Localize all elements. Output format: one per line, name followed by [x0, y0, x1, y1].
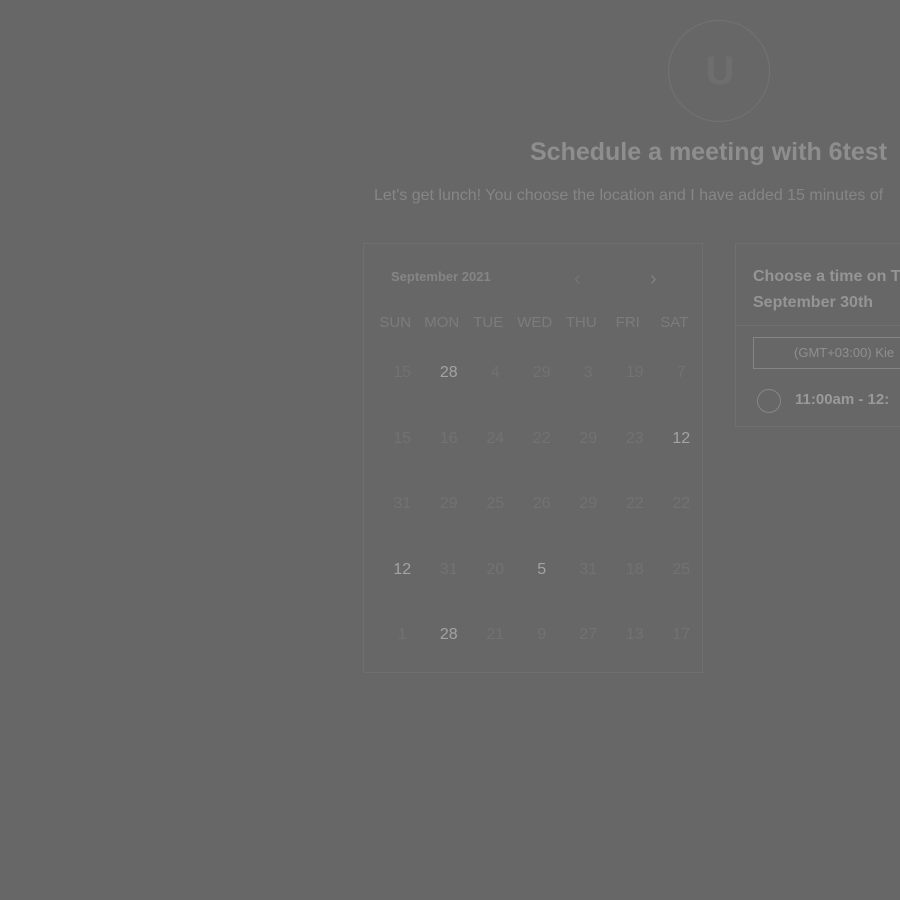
- weekday-sun: SUN: [379, 314, 412, 331]
- calendar-day[interactable]: 20: [472, 544, 519, 610]
- calendar-day[interactable]: 24: [472, 413, 519, 479]
- weekday-tue: TUE: [473, 314, 504, 331]
- calendar-day[interactable]: 5: [519, 544, 566, 610]
- calendar-day[interactable]: 25: [472, 478, 519, 544]
- calendar-day[interactable]: 12: [658, 413, 705, 479]
- calendar-day[interactable]: 22: [612, 478, 659, 544]
- weekday-sat: SAT: [660, 314, 689, 331]
- calendar-day[interactable]: 27: [565, 609, 612, 675]
- calendar-day[interactable]: 28: [426, 609, 473, 675]
- calendar-day[interactable]: 21: [472, 609, 519, 675]
- calendar-day[interactable]: 22: [658, 478, 705, 544]
- page-description: Let's get lunch! You choose the location…: [374, 187, 884, 204]
- weekday-fri: FRI: [615, 314, 640, 331]
- calendar-day[interactable]: 22: [519, 413, 566, 479]
- chevron-right-icon[interactable]: ›: [650, 268, 657, 291]
- calendar-day[interactable]: 13: [612, 609, 659, 675]
- chevron-left-icon[interactable]: ‹: [574, 268, 581, 291]
- calendar-day[interactable]: 29: [519, 347, 566, 413]
- scheduling-page: U Schedule a meeting with 6test Let's ge…: [0, 0, 900, 900]
- time-slot-radio[interactable]: [757, 389, 781, 413]
- calendar-day[interactable]: 7: [658, 347, 705, 413]
- time-slots-heading-line1: Choose a time on T: [753, 268, 900, 285]
- calendar-day[interactable]: 9: [519, 609, 566, 675]
- weekday-thu: THU: [565, 314, 597, 331]
- calendar-day[interactable]: 17: [658, 609, 705, 675]
- calendar-day[interactable]: 4: [472, 347, 519, 413]
- calendar-panel: September 2021 ‹ › SUN MON TUE WED THU F…: [363, 243, 703, 673]
- time-slots-heading-date: September 30th: [753, 294, 874, 311]
- page-title: Schedule a meeting with 6test: [530, 138, 888, 166]
- calendar-day[interactable]: 23: [612, 413, 659, 479]
- calendar-day[interactable]: 15: [379, 413, 426, 479]
- calendar-day[interactable]: 18: [612, 544, 659, 610]
- calendar-day[interactable]: 28: [426, 347, 473, 413]
- divider: [736, 325, 900, 326]
- calendar-day[interactable]: 29: [426, 478, 473, 544]
- calendar-day[interactable]: 29: [565, 413, 612, 479]
- timezone-select[interactable]: (GMT+03:00) Kie: [753, 337, 900, 369]
- calendar-day[interactable]: 31: [565, 544, 612, 610]
- calendar-day[interactable]: 29: [565, 478, 612, 544]
- avatar: U: [668, 20, 770, 122]
- calendar-weekday-header: SUN MON TUE WED THU FRI SAT: [372, 314, 702, 331]
- calendar-days-grid: 15 28 4 29 3 19 7 15 16 24 22 29 23 12 3…: [379, 347, 709, 675]
- avatar-initial: U: [705, 48, 735, 93]
- calendar-day[interactable]: 16: [426, 413, 473, 479]
- weekday-mon: MON: [424, 314, 460, 331]
- calendar-day[interactable]: 31: [426, 544, 473, 610]
- calendar-day[interactable]: 25: [658, 544, 705, 610]
- calendar-day[interactable]: 19: [612, 347, 659, 413]
- calendar-day[interactable]: 26: [519, 478, 566, 544]
- calendar-day[interactable]: 3: [565, 347, 612, 413]
- calendar-month-label: September 2021: [391, 269, 491, 284]
- time-slots-heading: Choose a time on T September 30th: [753, 264, 900, 316]
- calendar-day[interactable]: 12: [379, 544, 426, 610]
- weekday-wed: WED: [517, 314, 553, 331]
- calendar-day[interactable]: 1: [379, 609, 426, 675]
- time-slot-label[interactable]: 11:00am - 12:: [795, 391, 889, 408]
- time-slots-panel: Choose a time on T September 30th (GMT+0…: [735, 243, 900, 427]
- calendar-day[interactable]: 31: [379, 478, 426, 544]
- calendar-day[interactable]: 15: [379, 347, 426, 413]
